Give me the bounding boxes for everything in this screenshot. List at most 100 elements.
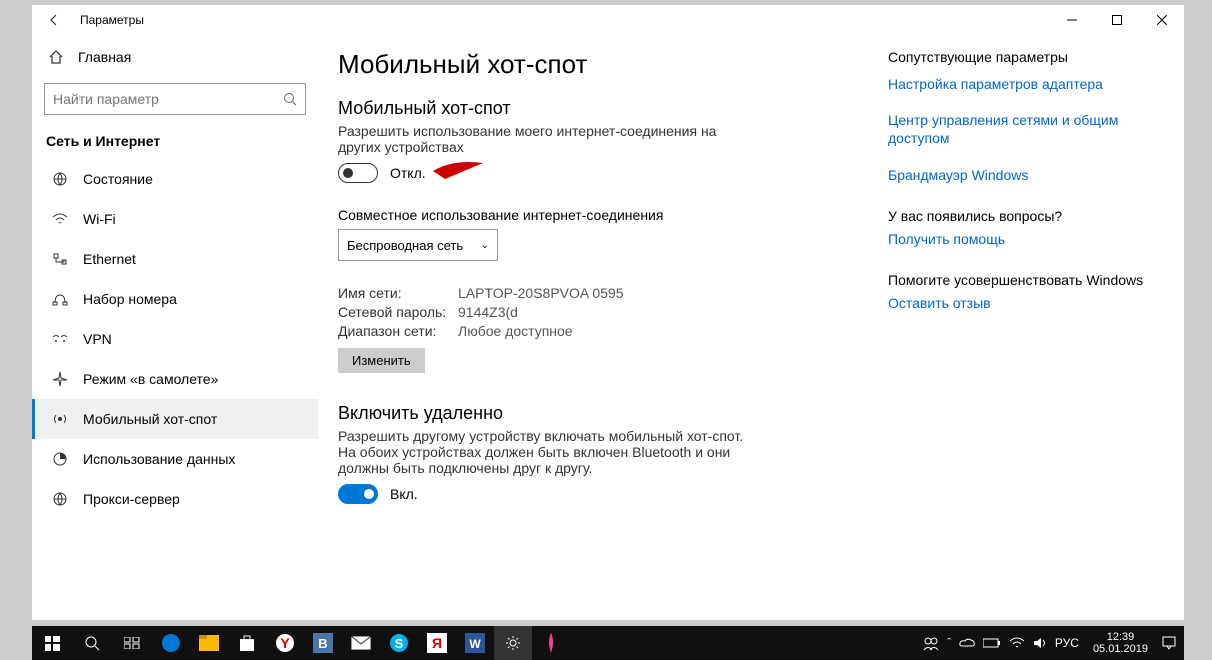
wifi-tray-icon[interactable]	[1009, 637, 1025, 649]
svg-text:W: W	[469, 637, 481, 651]
home-label: Главная	[78, 49, 131, 65]
svg-text:Я: Я	[432, 635, 442, 651]
remote-toggle[interactable]	[338, 484, 378, 504]
nav-item-status[interactable]: Состояние	[32, 159, 318, 199]
taskbar: Y B S Я W ˆ РУС 12:39 05.01.2019	[32, 626, 1184, 660]
nav-item-label: Режим «в самолете»	[83, 371, 218, 387]
nav-item-label: Ethernet	[83, 251, 136, 267]
hotspot-toggle-label: Откл.	[390, 165, 426, 181]
clock-date: 05.01.2019	[1093, 643, 1148, 655]
feedback-heading: Помогите усовершенствовать Windows	[888, 272, 1148, 288]
status-icon	[51, 171, 69, 187]
proxy-icon	[51, 491, 69, 507]
explorer-icon[interactable]	[190, 626, 228, 660]
nav-item-label: Состояние	[83, 171, 153, 187]
mail-icon[interactable]	[342, 626, 380, 660]
hotspot-toggle[interactable]	[338, 163, 378, 183]
airplane-icon	[51, 371, 69, 387]
volume-icon[interactable]	[1033, 636, 1047, 650]
nav-item-label: Мобильный хот-спот	[83, 411, 217, 427]
paint3d-icon[interactable]	[532, 626, 570, 660]
action-center-icon[interactable]	[1162, 636, 1176, 650]
net-band-label: Диапазон сети:	[338, 323, 458, 339]
people-icon[interactable]	[923, 635, 939, 651]
net-name-label: Имя сети:	[338, 285, 458, 301]
search-icon	[283, 92, 297, 106]
back-button[interactable]	[32, 5, 76, 35]
link-feedback[interactable]: Оставить отзыв	[888, 294, 1148, 312]
share-dropdown-value: Беспроводная сеть	[347, 238, 463, 253]
home-link[interactable]: Главная	[32, 39, 318, 75]
hotspot-title: Мобильный хот-спот	[338, 98, 878, 119]
nav-item-airplane[interactable]: Режим «в самолете»	[32, 359, 318, 399]
clock-time: 12:39	[1093, 631, 1148, 643]
nav-item-vpn[interactable]: VPN	[32, 319, 318, 359]
nav-item-ethernet[interactable]: Ethernet	[32, 239, 318, 279]
data-icon	[51, 451, 69, 467]
word-icon[interactable]: W	[456, 626, 494, 660]
taskbar-search-icon[interactable]	[72, 626, 112, 660]
settings-taskbar-icon[interactable]	[494, 626, 532, 660]
store-icon[interactable]	[228, 626, 266, 660]
search-input[interactable]	[53, 91, 283, 107]
related-heading: Сопутствующие параметры	[888, 49, 1148, 65]
nav-item-label: Прокси-сервер	[83, 491, 180, 507]
category-label: Сеть и Интернет	[32, 129, 318, 159]
skype-icon[interactable]: S	[380, 626, 418, 660]
main-pane: Мобильный хот-спот Мобильный хот-спот Ра…	[318, 35, 1184, 620]
net-name-value: LAPTOP-20S8PVOA 0595	[458, 285, 624, 301]
battery-icon[interactable]	[983, 638, 1001, 648]
home-icon	[48, 49, 64, 65]
task-view-icon[interactable]	[112, 626, 152, 660]
svg-text:S: S	[395, 636, 404, 651]
net-pass-label: Сетевой пароль:	[338, 304, 458, 320]
related-pane: Сопутствующие параметры Настройка параме…	[878, 49, 1148, 528]
settings-window: Параметры Главная Сеть и Интернет Состоя…	[32, 5, 1184, 620]
remote-title: Включить удаленно	[338, 403, 878, 424]
language-indicator[interactable]: РУС	[1055, 636, 1079, 650]
page-title: Мобильный хот-спот	[338, 49, 878, 80]
nav-item-proxy[interactable]: Прокси-сервер	[32, 479, 318, 519]
yandex-search-icon[interactable]: Я	[418, 626, 456, 660]
ethernet-icon	[51, 252, 69, 266]
link-sharing-center[interactable]: Центр управления сетями и общим доступом	[888, 111, 1148, 147]
annotation-arrow-icon	[423, 159, 483, 183]
hotspot-desc: Разрешить использование моего интернет-с…	[338, 123, 718, 155]
net-pass-value: 9144Z3(d	[458, 304, 518, 320]
tray-chevron-icon[interactable]: ˆ	[947, 637, 951, 649]
edit-button[interactable]: Изменить	[338, 348, 425, 373]
link-help[interactable]: Получить помощь	[888, 230, 1148, 248]
titlebar: Параметры	[32, 5, 1184, 35]
svg-text:B: B	[318, 636, 327, 651]
remote-desc: Разрешить другому устройству включать мо…	[338, 428, 758, 476]
share-label: Совместное использование интернет-соедин…	[338, 207, 878, 223]
nav-item-data[interactable]: Использование данных	[32, 439, 318, 479]
wifi-icon	[51, 213, 69, 225]
share-dropdown[interactable]: Беспроводная сеть ⌄	[338, 229, 498, 261]
link-adapter[interactable]: Настройка параметров адаптера	[888, 75, 1148, 93]
nav-item-hotspot[interactable]: Мобильный хот-спот	[32, 399, 318, 439]
start-button[interactable]	[32, 626, 72, 660]
window-title: Параметры	[80, 13, 144, 27]
nav-item-label: VPN	[83, 331, 112, 347]
vpn-icon	[51, 333, 69, 345]
link-firewall[interactable]: Брандмауэр Windows	[888, 166, 1148, 184]
vk-icon[interactable]: B	[304, 626, 342, 660]
nav-item-dialup[interactable]: Набор номера	[32, 279, 318, 319]
nav-item-wifi[interactable]: Wi-Fi	[32, 199, 318, 239]
minimize-button[interactable]	[1049, 5, 1094, 35]
close-button[interactable]	[1139, 5, 1184, 35]
net-band-value: Любое доступное	[458, 323, 573, 339]
maximize-button[interactable]	[1094, 5, 1139, 35]
nav-item-label: Wi-Fi	[83, 211, 116, 227]
hotspot-icon	[51, 411, 69, 427]
edge-icon[interactable]	[152, 626, 190, 660]
clock[interactable]: 12:39 05.01.2019	[1087, 631, 1154, 655]
chevron-down-icon: ⌄	[481, 240, 489, 251]
svg-text:Y: Y	[280, 635, 290, 651]
yandex-icon[interactable]: Y	[266, 626, 304, 660]
onedrive-icon[interactable]	[959, 638, 975, 648]
nav-item-label: Использование данных	[83, 451, 235, 467]
search-box[interactable]	[44, 83, 306, 115]
system-tray: ˆ РУС 12:39 05.01.2019	[923, 631, 1184, 655]
